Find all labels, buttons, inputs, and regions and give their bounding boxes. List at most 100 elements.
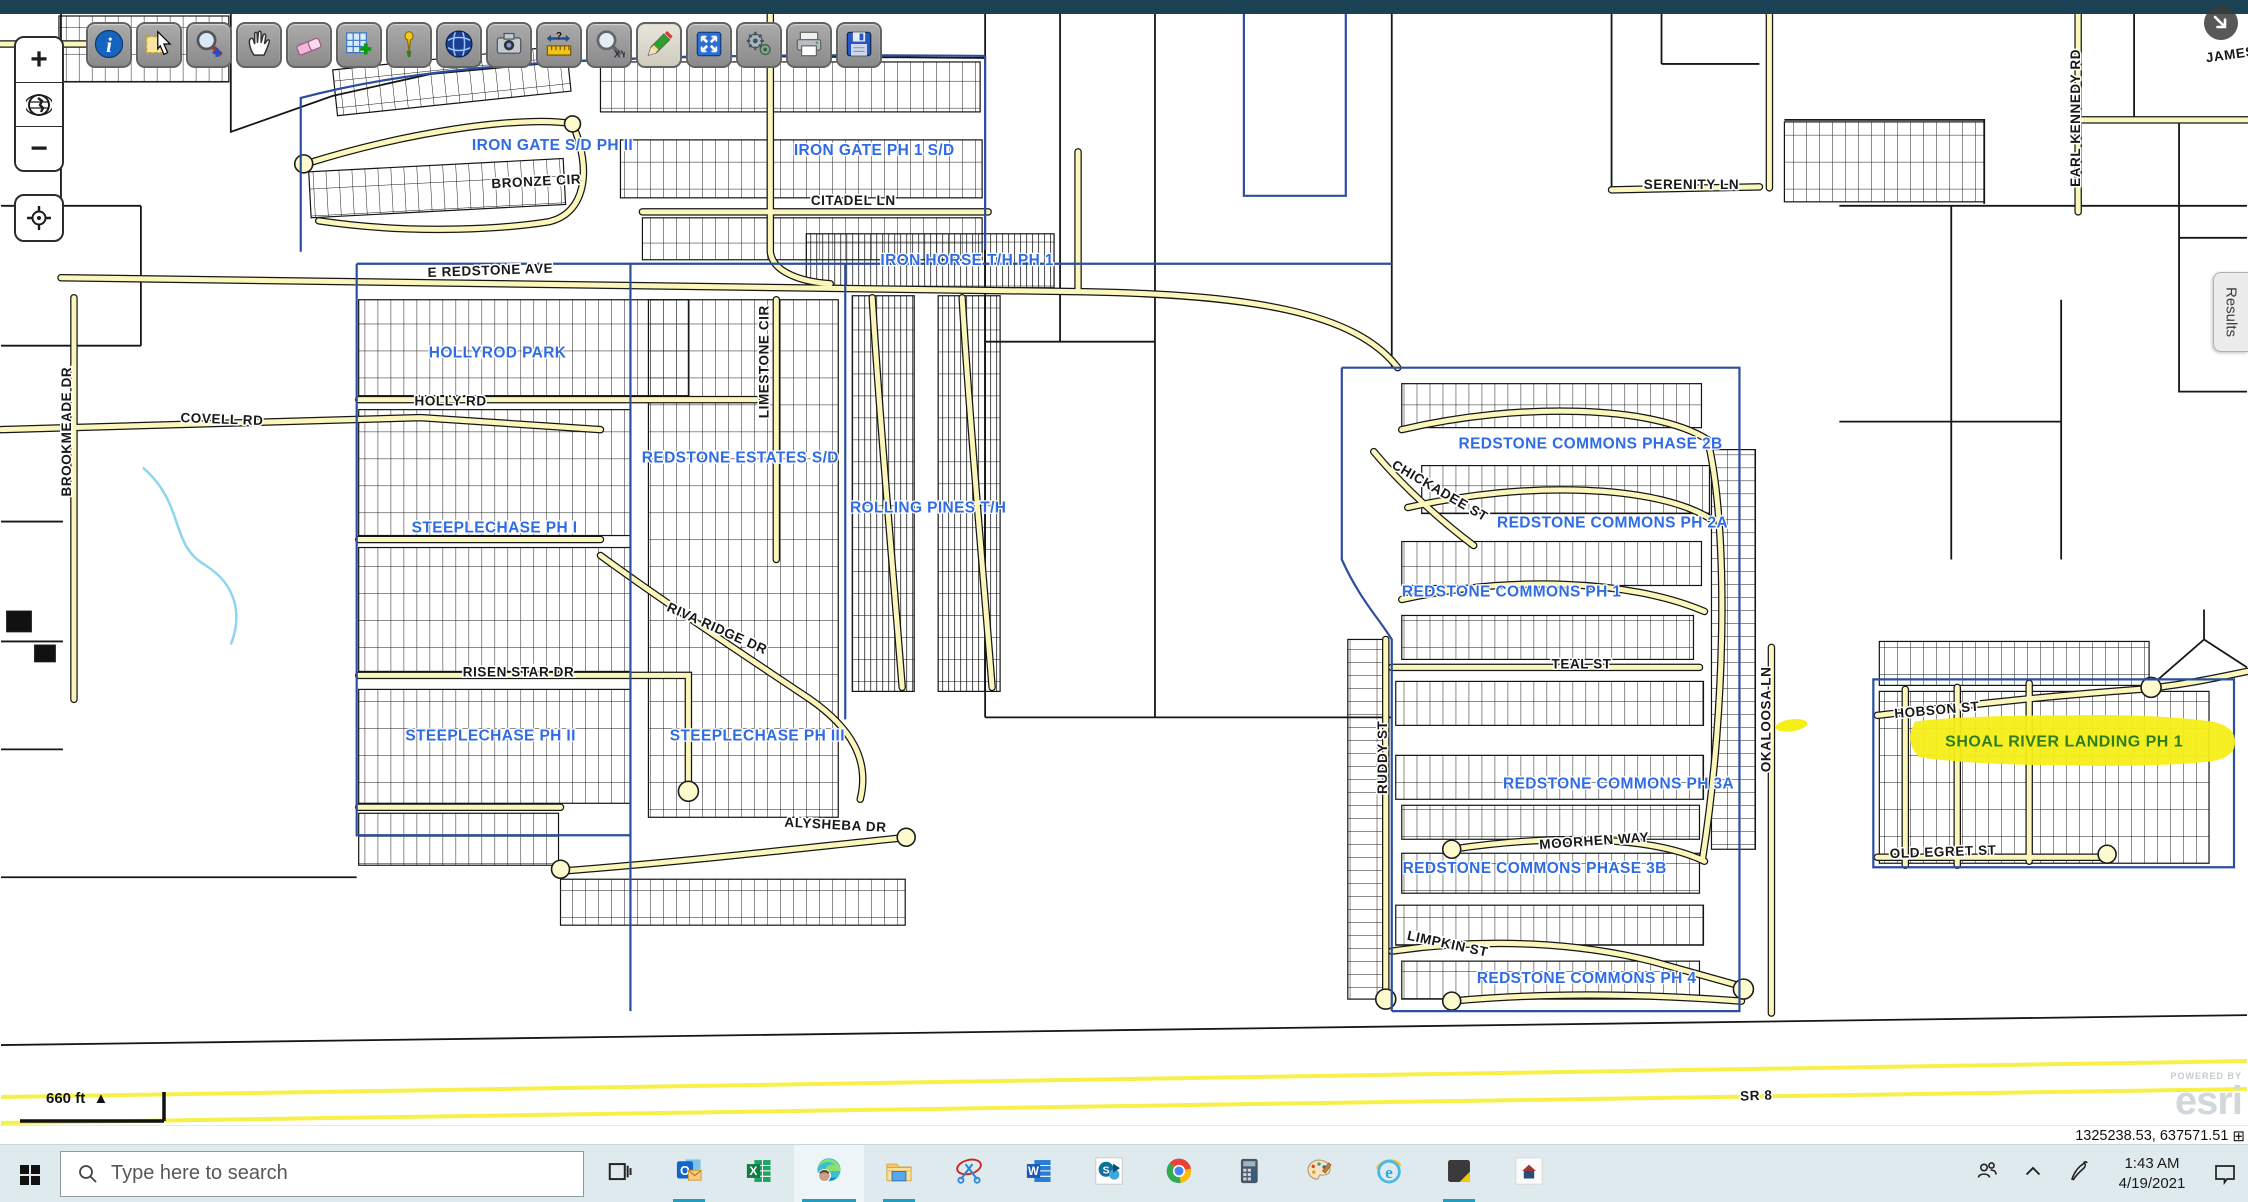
home-app-taskbar-button[interactable]: [1494, 1145, 1564, 1202]
map-label-redstone-estates-s-d: REDSTONE ESTATES S/D: [642, 450, 839, 467]
notes-app-icon: [1444, 1156, 1474, 1191]
map-status-bar: 1325238.53, 637571.51 ⊞: [0, 1125, 2248, 1145]
identify-tool-button[interactable]: i: [86, 22, 132, 68]
taskbar-items: O X W Se: [584, 1145, 1564, 1202]
map-label-steeplechase-ph-ii: STEEPLECHASE PH II: [405, 727, 576, 744]
print-icon: [793, 28, 825, 63]
taskbar-search[interactable]: Type here to search: [60, 1151, 584, 1197]
zoom-in-tool-icon: [193, 28, 225, 63]
geoprocessing-icon: [743, 28, 775, 63]
geoprocessing-tool-button[interactable]: [736, 22, 782, 68]
system-tray: 1:43 AM 4/19/2021: [1964, 1145, 2248, 1202]
select-features-icon: [143, 28, 175, 63]
people-tray-button[interactable]: [1964, 1145, 2010, 1202]
file-explorer-taskbar-button[interactable]: [864, 1145, 934, 1202]
snipping-tool-taskbar-button[interactable]: [934, 1145, 1004, 1202]
save-tool-button[interactable]: [836, 22, 882, 68]
add-selection-tool-button[interactable]: [336, 22, 382, 68]
map-label-steeplechase-ph-i: STEEPLECHASE PH I: [412, 520, 578, 537]
place-pin-tool-button[interactable]: [386, 22, 432, 68]
erase-tool-button[interactable]: [286, 22, 332, 68]
edge-taskbar-button[interactable]: [794, 1145, 864, 1202]
browser-top-bar: [0, 0, 2248, 14]
pen-icon: [2066, 1158, 2092, 1189]
collapse-panel-button[interactable]: [2204, 6, 2238, 40]
zoom-out-button[interactable]: −: [16, 126, 62, 170]
chrome-taskbar-button[interactable]: [1144, 1145, 1214, 1202]
map-label-shoal-river-landing-ph-1: SHOAL RIVER LANDING PH 1: [1945, 733, 2183, 750]
coordinate-expand-icon[interactable]: ⊞: [2232, 1127, 2245, 1145]
crosshair-icon: [25, 204, 53, 232]
map-label-hollyrod-park: HOLLYROD PARK: [429, 345, 567, 362]
zoom-in-tool-tool-button[interactable]: [186, 22, 232, 68]
outlook-taskbar-button[interactable]: O: [654, 1145, 724, 1202]
map-label-earl-kennedy-rd: EARL KENNEDY RD: [2068, 49, 2083, 187]
excel-taskbar-button[interactable]: X: [724, 1145, 794, 1202]
notes-app-taskbar-button[interactable]: [1424, 1145, 1494, 1202]
globe-3d-tool-button[interactable]: [436, 22, 482, 68]
word-taskbar-button[interactable]: W: [1004, 1145, 1074, 1202]
zoom-xy-tool-button[interactable]: XY: [586, 22, 632, 68]
map-label-redstone-commons-ph-3a: REDSTONE COMMONS PH 3A: [1503, 775, 1734, 792]
map-label-holly-rd: HOLLY RD: [415, 394, 487, 409]
map-label-sr-8: SR 8: [1740, 1087, 1773, 1103]
pan-tool-button[interactable]: [236, 22, 282, 68]
internet-explorer-taskbar-button[interactable]: e: [1354, 1145, 1424, 1202]
people-icon: [1974, 1158, 2000, 1189]
map-label-redstone-commons-phase-2b: REDSTONE COMMONS PHASE 2B: [1459, 436, 1723, 453]
map-label-redstone-commons-ph-4: REDSTONE COMMONS PH 4: [1477, 970, 1697, 987]
pen-tray-button[interactable]: [2056, 1145, 2102, 1202]
results-panel-tab[interactable]: Results: [2213, 272, 2248, 352]
globe-3d-icon: [443, 28, 475, 63]
search-placeholder: Type here to search: [111, 1162, 288, 1185]
map-label-brookmeade-dr: BROOKMEADE DR: [59, 367, 74, 497]
map-label-rolling-pines-t-h: ROLLING PINES T/H: [850, 500, 1006, 517]
svg-text:W: W: [1028, 1166, 1039, 1178]
world-extent-button[interactable]: [16, 82, 62, 126]
clock-time: 1:43 AM: [2102, 1154, 2202, 1174]
draw-tool-button[interactable]: [636, 22, 682, 68]
map-canvas[interactable]: IRON GATE S/D PH IIIRON GATE PH 1 S/DIRO…: [0, 14, 2248, 1125]
map-label-ruddy-st: RUDDY ST: [1375, 720, 1390, 794]
outlook-icon: O: [674, 1156, 704, 1191]
map-toolbar: i? XY: [86, 22, 882, 68]
zoom-control: + −: [14, 36, 64, 172]
task-view-taskbar-button[interactable]: [584, 1145, 654, 1202]
save-icon: [843, 28, 875, 63]
chevron-up-tray-button[interactable]: [2010, 1145, 2056, 1202]
map-label-covell-rd: COVELL RD: [180, 410, 263, 428]
select-features-tool-button[interactable]: [136, 22, 182, 68]
erase-icon: [293, 28, 325, 63]
zoom-in-button[interactable]: +: [16, 38, 62, 82]
full-extent-icon: [693, 28, 725, 63]
screenshot-tool-button[interactable]: [486, 22, 532, 68]
paint-icon: [1304, 1156, 1334, 1191]
add-selection-icon: [343, 28, 375, 63]
full-extent-tool-button[interactable]: [686, 22, 732, 68]
measure-tool-button[interactable]: ?: [536, 22, 582, 68]
action-center-button[interactable]: [2202, 1145, 2248, 1202]
measure-icon: ?: [543, 28, 575, 63]
locate-button[interactable]: [14, 194, 64, 242]
excel-icon: X: [744, 1156, 774, 1191]
map-label-iron-gate-ph-1-s-d: IRON GATE PH 1 S/D: [794, 142, 955, 159]
snipping-tool-icon: [954, 1156, 984, 1191]
globe-icon: [26, 92, 52, 118]
map-label-steeplechase-ph-iii: STEEPLECHASE PH III: [670, 727, 845, 744]
identify-icon: i: [93, 28, 125, 63]
start-button[interactable]: [0, 1145, 60, 1202]
calculator-taskbar-button[interactable]: [1214, 1145, 1284, 1202]
clock-date: 4/19/2021: [2102, 1174, 2202, 1194]
map-label-risen-star-dr: RISEN STAR DR: [463, 664, 575, 679]
paint-taskbar-button[interactable]: [1284, 1145, 1354, 1202]
edge-icon: [814, 1156, 844, 1191]
svg-text:X: X: [749, 1164, 757, 1178]
results-tab-label: Results: [2223, 287, 2240, 337]
map-label-redstone-commons-phase-3b: REDSTONE COMMONS PHASE 3B: [1403, 860, 1667, 877]
windows-taskbar: Type here to search O X W Se 1:43 AM 4/19/2…: [0, 1144, 2248, 1202]
zoom-xy-icon: XY: [593, 28, 625, 63]
sharepoint-taskbar-button[interactable]: S: [1074, 1145, 1144, 1202]
taskbar-clock[interactable]: 1:43 AM 4/19/2021: [2102, 1154, 2202, 1193]
print-tool-button[interactable]: [786, 22, 832, 68]
map-label-citadel-ln: CITADEL LN: [811, 193, 896, 208]
